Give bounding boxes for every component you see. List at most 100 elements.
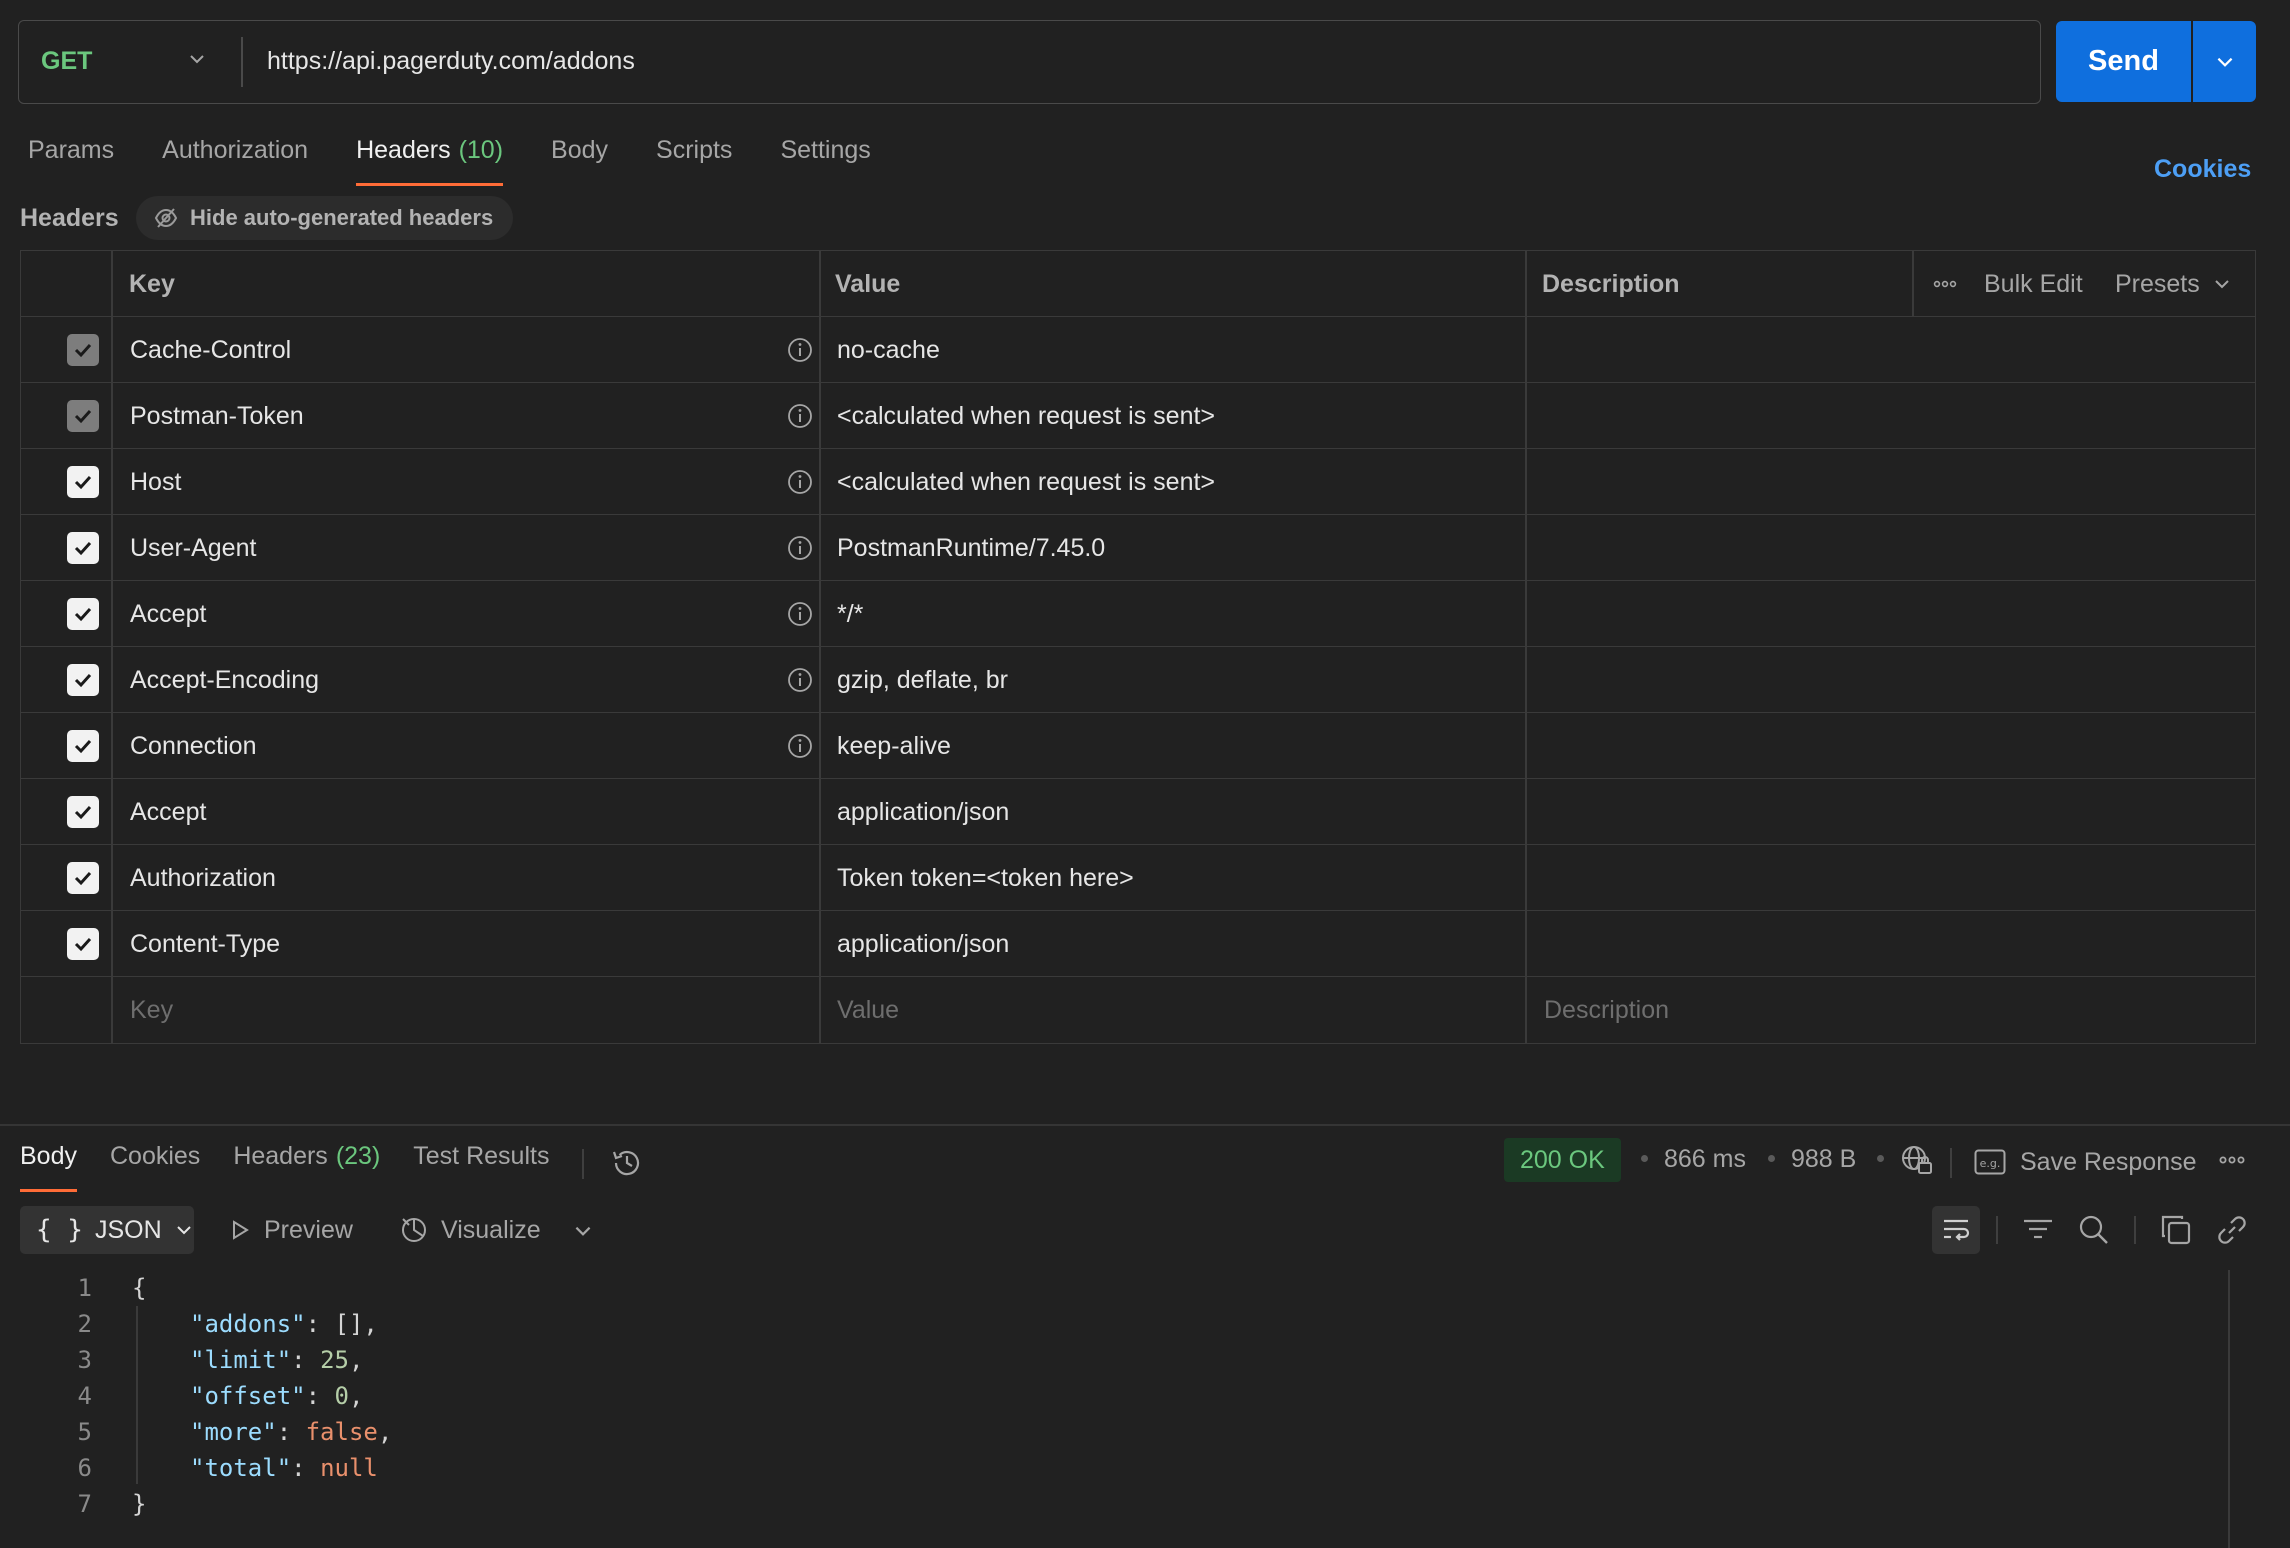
line-number: 4 xyxy=(77,1382,92,1410)
new-value-input[interactable]: Value xyxy=(837,977,899,1043)
format-label: JSON xyxy=(94,1215,162,1244)
header-value[interactable]: keep-alive xyxy=(837,713,951,779)
row-checkbox[interactable] xyxy=(67,532,99,564)
info-icon[interactable] xyxy=(787,535,813,561)
header-key[interactable]: User-Agent xyxy=(130,515,256,581)
indent-guide xyxy=(136,1306,138,1484)
presets-label: Presets xyxy=(2115,269,2200,298)
wrap-lines-button[interactable] xyxy=(1932,1206,1980,1254)
tab-headers[interactable]: Headers (10) xyxy=(356,136,503,186)
filter-icon[interactable] xyxy=(2022,1216,2054,1244)
response-tab-test-results[interactable]: Test Results xyxy=(413,1142,549,1192)
info-icon[interactable] xyxy=(787,733,813,759)
json-value: 25 xyxy=(320,1346,349,1374)
row-checkbox[interactable] xyxy=(67,730,99,762)
json-key: "more" xyxy=(190,1418,277,1446)
bulk-edit-button[interactable]: Bulk Edit xyxy=(1984,251,2083,317)
header-key[interactable]: Host xyxy=(130,449,181,515)
header-value[interactable]: application/json xyxy=(837,911,1009,977)
response-tab-cookies[interactable]: Cookies xyxy=(110,1142,200,1192)
table-row: Accept application/json xyxy=(21,779,2255,845)
header-value[interactable]: <calculated when request is sent> xyxy=(837,449,1215,515)
tab-label: Authorization xyxy=(162,136,309,164)
json-key: "addons" xyxy=(190,1310,306,1338)
table-row: Accept */* xyxy=(21,581,2255,647)
status-badge[interactable]: 200 OK xyxy=(1504,1138,1621,1182)
toolbar-divider xyxy=(1996,1216,1998,1244)
network-globe-icon[interactable] xyxy=(1899,1142,1935,1178)
presets-button[interactable]: Presets xyxy=(2115,251,2232,317)
response-tab-headers[interactable]: Headers (23) xyxy=(233,1142,380,1192)
format-select[interactable]: { } JSON xyxy=(20,1206,194,1254)
header-key[interactable]: Cache-Control xyxy=(130,317,291,383)
hide-auto-generated-button[interactable]: Hide auto-generated headers xyxy=(136,196,514,240)
header-key[interactable]: Postman-Token xyxy=(130,383,304,449)
table-row: Authorization Token token=<token here> xyxy=(21,845,2255,911)
send-options-button[interactable] xyxy=(2193,21,2256,102)
new-key-input[interactable]: Key xyxy=(130,977,173,1043)
table-row: Accept-Encoding gzip, deflate, br xyxy=(21,647,2255,713)
header-value[interactable]: Token token=<token here> xyxy=(837,845,1134,911)
tab-scripts[interactable]: Scripts xyxy=(656,136,732,186)
tab-settings[interactable]: Settings xyxy=(780,136,870,186)
header-key[interactable]: Accept xyxy=(130,581,206,647)
more-options-icon[interactable] xyxy=(1933,276,1957,292)
method-select[interactable]: GET xyxy=(19,21,241,102)
header-key[interactable]: Accept-Encoding xyxy=(130,647,319,713)
svg-text:e.g.: e.g. xyxy=(1980,1157,2001,1170)
save-response-button[interactable]: e.g. Save Response xyxy=(1974,1142,2197,1182)
json-brace: { xyxy=(132,1274,147,1302)
send-button[interactable]: Send xyxy=(2056,21,2191,102)
header-value[interactable]: application/json xyxy=(837,779,1009,845)
cookies-link[interactable]: Cookies xyxy=(2154,155,2251,184)
tab-authorization[interactable]: Authorization xyxy=(162,136,308,186)
info-icon[interactable] xyxy=(787,469,813,495)
row-checkbox[interactable] xyxy=(67,862,99,894)
header-value[interactable]: <calculated when request is sent> xyxy=(837,383,1215,449)
visualize-button[interactable]: Visualize xyxy=(399,1206,541,1254)
play-icon xyxy=(233,1220,249,1240)
tab-label: Scripts xyxy=(656,136,733,164)
row-checkbox[interactable] xyxy=(67,598,99,630)
header-value[interactable]: */* xyxy=(837,581,863,647)
header-value[interactable]: PostmanRuntime/7.45.0 xyxy=(837,515,1105,581)
line-number: 2 xyxy=(77,1310,92,1338)
history-icon[interactable] xyxy=(610,1146,644,1180)
response-size[interactable]: 988 B xyxy=(1791,1145,1856,1174)
row-checkbox[interactable] xyxy=(67,796,99,828)
header-key[interactable]: Accept xyxy=(130,779,206,845)
json-value: false xyxy=(305,1418,378,1446)
url-input[interactable] xyxy=(267,21,1967,102)
row-checkbox[interactable] xyxy=(67,928,99,960)
chevron-down-icon xyxy=(190,55,204,64)
line-number: 7 xyxy=(77,1490,92,1518)
info-icon[interactable] xyxy=(787,601,813,627)
json-value: null xyxy=(320,1454,378,1482)
response-tab-body[interactable]: Body xyxy=(20,1142,77,1192)
braces-icon: { } xyxy=(36,1215,83,1245)
row-checkbox xyxy=(67,400,99,432)
info-icon[interactable] xyxy=(787,667,813,693)
link-icon[interactable] xyxy=(2216,1214,2248,1246)
tab-params[interactable]: Params xyxy=(28,136,114,186)
row-checkbox[interactable] xyxy=(67,664,99,696)
header-key[interactable]: Connection xyxy=(130,713,256,779)
visualize-label: Visualize xyxy=(441,1215,541,1244)
header-value[interactable]: gzip, deflate, br xyxy=(837,647,1008,713)
response-time[interactable]: 866 ms xyxy=(1664,1145,1746,1174)
chevron-down-icon[interactable] xyxy=(572,1220,594,1242)
scrollbar-track[interactable] xyxy=(2228,1270,2230,1548)
header-value[interactable]: no-cache xyxy=(837,317,940,383)
header-key[interactable]: Authorization xyxy=(130,845,276,911)
tab-body[interactable]: Body xyxy=(551,136,608,186)
row-checkbox[interactable] xyxy=(67,466,99,498)
more-options-icon[interactable] xyxy=(2218,1152,2246,1168)
info-icon[interactable] xyxy=(787,337,813,363)
search-icon[interactable] xyxy=(2078,1214,2110,1246)
preview-button[interactable]: Preview xyxy=(228,1206,353,1254)
chevron-down-icon xyxy=(2215,280,2229,289)
header-key[interactable]: Content-Type xyxy=(130,911,280,977)
info-icon[interactable] xyxy=(787,403,813,429)
copy-icon[interactable] xyxy=(2160,1214,2192,1246)
new-description-input[interactable]: Description xyxy=(1544,977,1669,1043)
